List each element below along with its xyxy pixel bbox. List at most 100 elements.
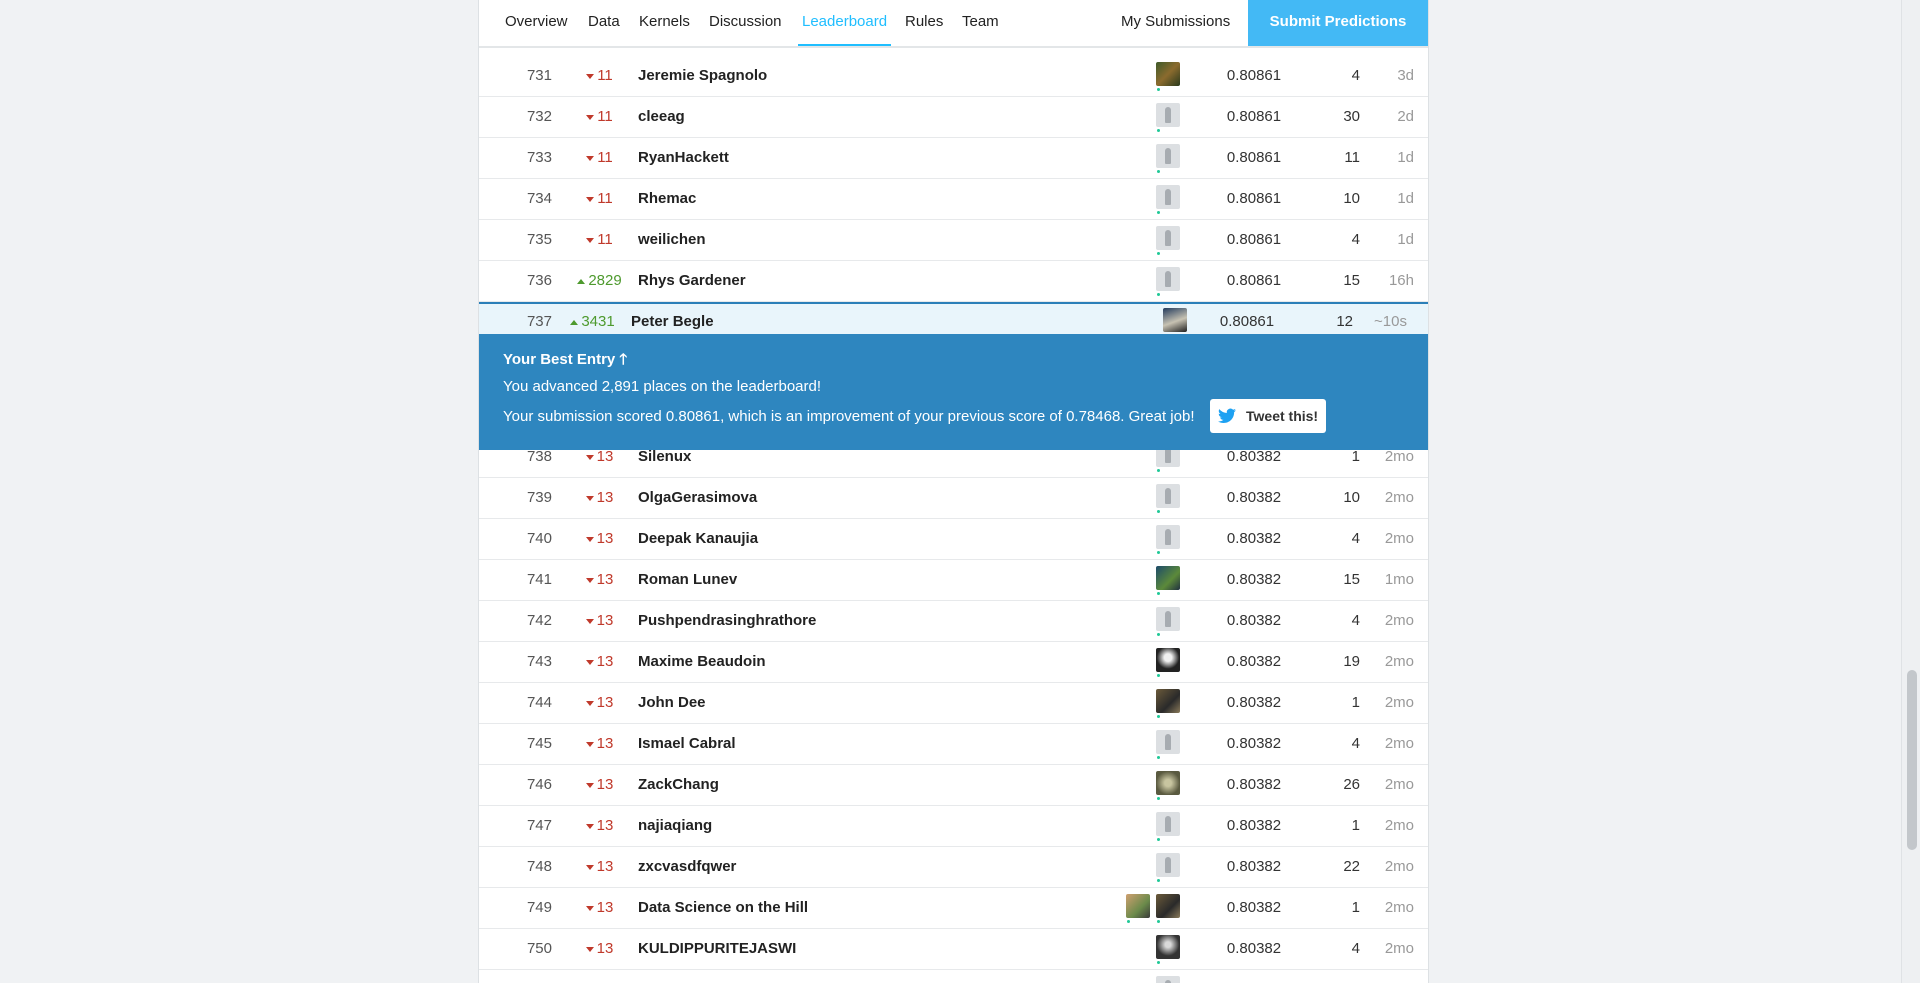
avatar[interactable]	[1156, 689, 1180, 718]
score-cell: 0.80861	[1226, 67, 1282, 84]
tweet-label: Tweet this!	[1246, 408, 1319, 424]
table-row[interactable]: 747 13 najiaqiang 0.80382 1 2mo	[479, 806, 1428, 847]
table-row[interactable]: 740 13 Deepak Kanaujia 0.80382 4 2mo	[479, 519, 1428, 560]
avatar[interactable]	[1126, 894, 1150, 923]
score-cell: 0.80382	[1226, 817, 1282, 834]
table-row[interactable]: 744 13 John Dee 0.80382 1 2mo	[479, 683, 1428, 724]
my-submissions-link[interactable]: My Submissions	[1121, 0, 1230, 46]
team-name[interactable]: OlgaGerasimova	[638, 478, 757, 518]
submit-predictions-button[interactable]: Submit Predictions	[1248, 0, 1428, 46]
last-submission-cell: 2mo	[1384, 612, 1414, 629]
caret-down-icon	[585, 823, 594, 829]
table-row[interactable]: 751 13Gregor 0.80382 4 1mo	[479, 970, 1428, 983]
avatar[interactable]	[1156, 185, 1180, 214]
score-cell: 0.80861	[1226, 149, 1282, 166]
table-row[interactable]: 735 11 weilichen 0.80861 4 1d	[479, 220, 1428, 261]
score-cell: 0.80861	[1226, 231, 1282, 248]
team-name[interactable]: KULDIPPURITEJASWI	[638, 929, 796, 969]
table-row[interactable]: 736 2829 Rhys Gardener 0.80861 15 16h	[479, 261, 1428, 302]
avatar[interactable]	[1156, 566, 1180, 595]
banner-title-text: Your Best Entry	[503, 351, 616, 368]
entries-cell: 15	[1343, 571, 1360, 588]
table-row[interactable]: 732 11 cleeag 0.80861 30 2d	[479, 97, 1428, 138]
rank-change-value: 13	[596, 530, 614, 547]
team-name[interactable]: John Dee	[638, 683, 706, 723]
table-row[interactable]: 731 11 Jeremie Spagnolo 0.80861 4 3d	[479, 56, 1428, 97]
tab-rules[interactable]: Rules	[905, 0, 943, 46]
tab-team[interactable]: Team	[962, 0, 999, 46]
entries-cell: 4	[1351, 612, 1360, 629]
avatar[interactable]	[1156, 103, 1180, 132]
rank-change-cell: 13	[562, 519, 637, 559]
avatar[interactable]	[1156, 62, 1180, 91]
team-name[interactable]: Maxime Beaudoin	[638, 642, 766, 682]
avatar[interactable]	[1156, 144, 1180, 173]
avatar[interactable]	[1156, 648, 1180, 677]
tab-kernels[interactable]: Kernels	[639, 0, 690, 46]
avatar[interactable]	[1156, 607, 1180, 636]
avatar[interactable]	[1156, 935, 1180, 964]
avatar[interactable]	[1156, 226, 1180, 255]
avatar[interactable]	[1156, 853, 1180, 882]
avatar[interactable]	[1156, 525, 1180, 554]
table-row[interactable]: 749 13 Data Science on the Hill 0.80382 1 2mo	[479, 888, 1428, 929]
rank-change-cell: 13	[562, 683, 637, 723]
page-scrollbar[interactable]	[1901, 0, 1920, 983]
table-row[interactable]: 750 13 KULDIPPURITEJASWI 0.80382 4 2mo	[479, 929, 1428, 970]
avatar[interactable]	[1163, 308, 1187, 337]
caret-down-icon	[585, 577, 594, 583]
team-name[interactable]: Ismael Cabral	[638, 724, 736, 764]
twitter-icon	[1218, 408, 1236, 424]
score-cell: 0.80861	[1226, 272, 1282, 289]
table-row[interactable]: 739 13 OlgaGerasimova 0.80382 10 2mo	[479, 478, 1428, 519]
team-name[interactable]: Rhys Gardener	[638, 261, 746, 301]
avatar[interactable]	[1156, 267, 1180, 296]
tab-data[interactable]: Data	[588, 0, 620, 46]
team-name[interactable]: Jeremie Spagnolo	[638, 56, 767, 96]
score-cell: 0.80382	[1226, 858, 1282, 875]
last-submission-cell: 2mo	[1384, 489, 1414, 506]
team-members	[1156, 226, 1180, 255]
tab-leaderboard[interactable]: Leaderboard	[798, 0, 892, 46]
team-name[interactable]: Deepak Kanaujia	[638, 519, 758, 559]
rank-cell: 736	[526, 272, 552, 289]
team-name[interactable]: ZackChang	[638, 765, 719, 805]
last-submission-cell: 2mo	[1384, 653, 1414, 670]
team-name[interactable]: RyanHackett	[638, 138, 729, 178]
team-name[interactable]: Data Science on the Hill	[638, 888, 808, 928]
table-row[interactable]: 733 11 RyanHackett 0.80861 11 1d	[479, 138, 1428, 179]
team-name[interactable]: cleeag	[638, 97, 685, 137]
avatar[interactable]	[1156, 976, 1180, 983]
scrollbar-thumb[interactable]	[1907, 670, 1917, 850]
rank-change-value: 11	[597, 149, 613, 166]
team-members	[1156, 525, 1180, 554]
avatar[interactable]	[1156, 730, 1180, 759]
team-name[interactable]: Roman Lunev	[638, 560, 737, 600]
table-row[interactable]: 743 13 Maxime Beaudoin 0.80382 19 2mo	[479, 642, 1428, 683]
table-row[interactable]: 742 13 Pushpendrasinghrathore 0.80382 4 2mo	[479, 601, 1428, 642]
team-name[interactable]: najiaqiang	[638, 806, 712, 846]
team-name[interactable]: Gregor	[638, 970, 688, 983]
table-row[interactable]: 734 11 Rhemac 0.80861 10 1d	[479, 179, 1428, 220]
entries-cell: 11	[1344, 149, 1360, 166]
rank-change-cell: 11	[562, 97, 637, 137]
last-submission-cell: 2mo	[1384, 940, 1414, 957]
team-name[interactable]: zxcvasdfqwer	[638, 847, 736, 887]
avatar[interactable]	[1156, 484, 1180, 513]
avatar[interactable]	[1156, 894, 1180, 923]
team-name[interactable]: weilichen	[638, 220, 706, 260]
caret-down-icon	[585, 905, 594, 911]
avatar[interactable]	[1156, 812, 1180, 841]
table-row[interactable]: 746 13 ZackChang 0.80382 26 2mo	[479, 765, 1428, 806]
tweet-button[interactable]: Tweet this!	[1210, 399, 1326, 433]
team-name[interactable]: Pushpendrasinghrathore	[638, 601, 816, 641]
table-row[interactable]: 748 13 zxcvasdfqwer 0.80382 22 2mo	[479, 847, 1428, 888]
table-row[interactable]: 741 13 Roman Lunev 0.80382 15 1mo	[479, 560, 1428, 601]
table-row[interactable]: 745 13 Ismael Cabral 0.80382 4 2mo	[479, 724, 1428, 765]
best-entry-banner: Your Best Entry 🡑 You advanced 2,891 pla…	[479, 334, 1428, 450]
rank-change-cell: 13	[562, 970, 637, 983]
tab-discussion[interactable]: Discussion	[709, 0, 782, 46]
avatar[interactable]	[1156, 771, 1180, 800]
team-name[interactable]: Rhemac	[638, 179, 696, 219]
tab-overview[interactable]: Overview	[505, 0, 568, 46]
